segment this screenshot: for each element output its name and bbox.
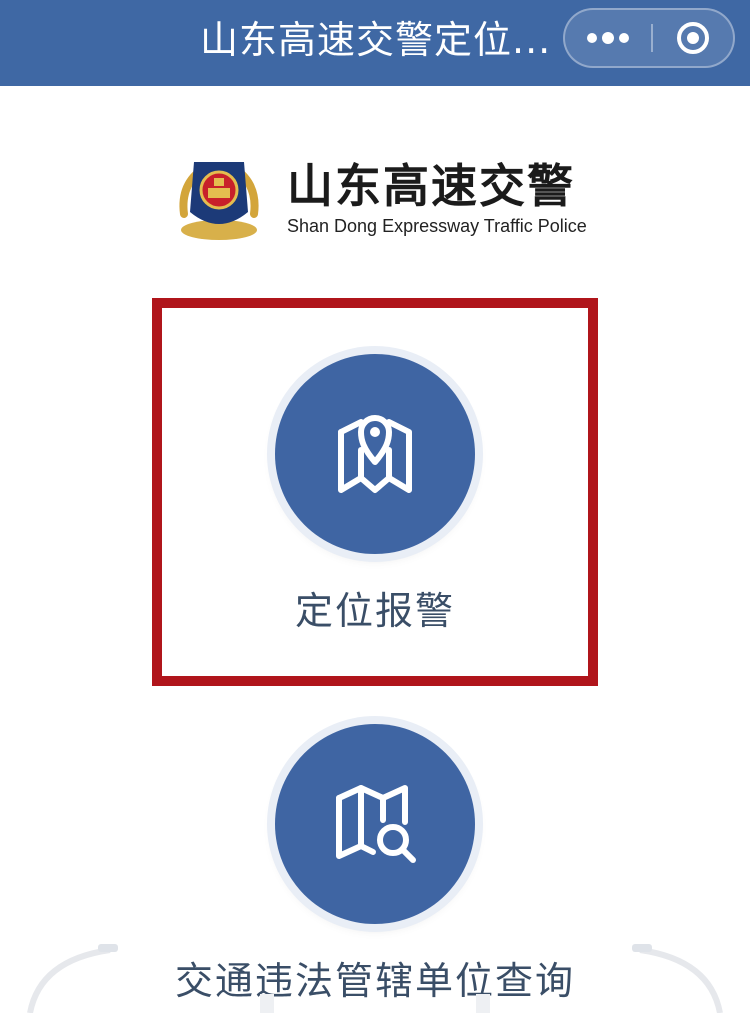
more-dots-icon [587, 32, 629, 44]
police-emblem-icon [179, 162, 259, 240]
location-alarm-label[interactable]: 定位报警 [0, 580, 750, 635]
brand-name-en: Shan Dong Expressway Traffic Police [287, 216, 587, 236]
road-lamp-decoration [27, 944, 723, 1013]
navigation-bar: 山东高速交警定位... [0, 0, 750, 86]
brand-name-cn: 山东高速交警 [287, 159, 575, 213]
page-title: 山东高速交警定位... [200, 18, 552, 62]
target-close-icon [677, 22, 709, 54]
violation-jurisdiction-query-button[interactable] [275, 724, 475, 924]
menu-capsule [563, 8, 735, 68]
map-pin-icon [338, 415, 412, 493]
close-mini-program-button[interactable] [653, 10, 733, 66]
brand-header: 山东高速交警 Shan Dong Expressway Traffic Poli… [170, 150, 590, 250]
location-alarm-button[interactable] [275, 354, 475, 554]
map-search-icon [336, 785, 416, 863]
more-button[interactable] [565, 10, 651, 66]
